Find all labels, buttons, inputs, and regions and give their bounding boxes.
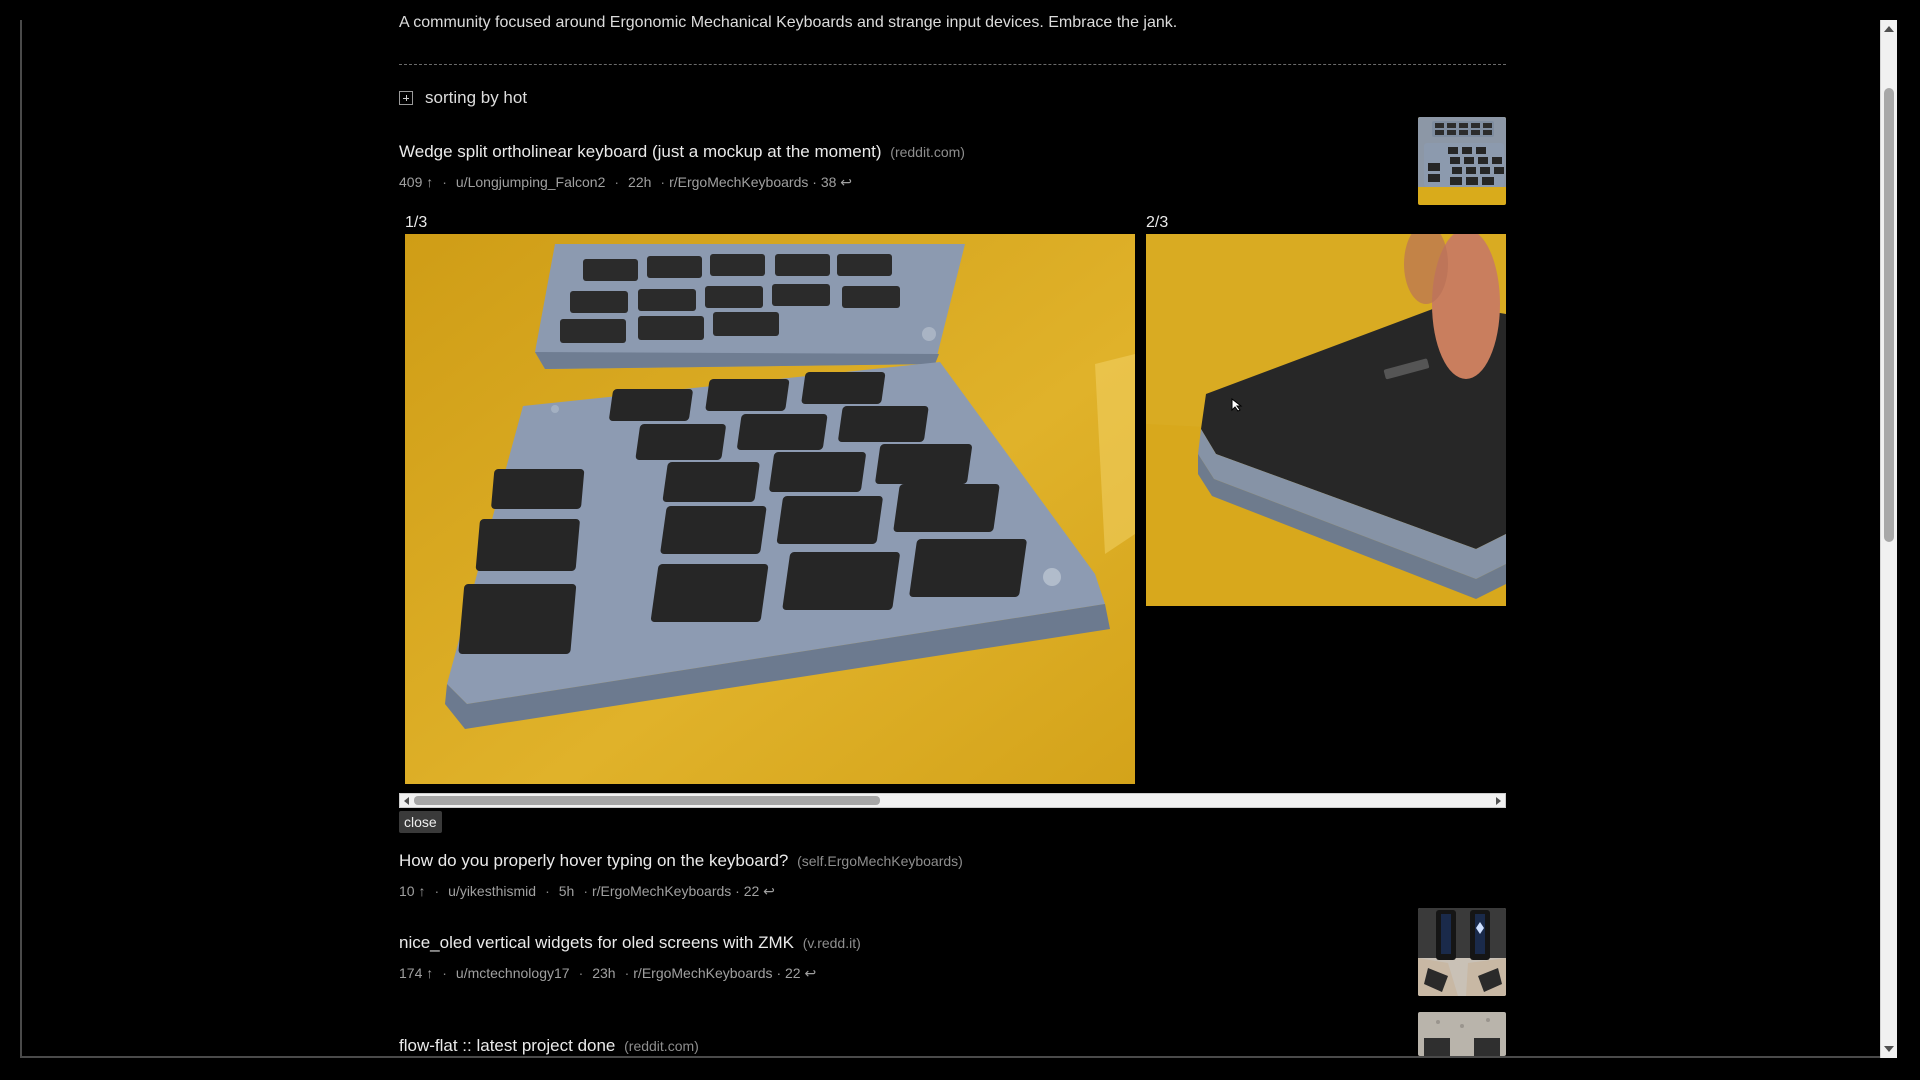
post-subreddit[interactable]: r/ErgoMechKeyboards	[669, 174, 808, 190]
post-author[interactable]: u/yikesthismid	[448, 883, 536, 899]
sorting-label: sorting by hot	[425, 88, 528, 107]
vertical-scrollbar[interactable]	[1880, 20, 1897, 1058]
post-meta: 10 ↑ · u/yikesthismid · 5h · r/ErgoMechKeyboar…	[399, 883, 775, 899]
post-comments[interactable]: · 22 ↩	[735, 883, 775, 899]
gallery-counter: 2/3	[1146, 214, 1169, 231]
subreddit-description: A community focused around Ergonomic Mec…	[399, 14, 1178, 31]
post-age: 23h	[592, 965, 616, 981]
expand-plus-icon[interactable]	[399, 91, 413, 105]
post-domain[interactable]: (v.redd.it)	[803, 935, 861, 951]
divider	[399, 64, 1506, 65]
scroll-down-icon[interactable]	[1884, 1046, 1894, 1052]
scroll-up-icon[interactable]	[1884, 26, 1894, 32]
gallery-image[interactable]	[1146, 234, 1506, 606]
scroll-right-icon[interactable]	[1496, 797, 1501, 805]
post-title[interactable]: flow-flat :: latest project done (reddit…	[399, 1036, 699, 1056]
post-age: 22h	[628, 174, 652, 190]
scrollbar-thumb[interactable]	[414, 796, 880, 805]
post-title-text[interactable]: flow-flat :: latest project done	[399, 1036, 615, 1055]
post-author[interactable]: u/Longjumping_Falcon2	[456, 174, 605, 190]
gallery-horizontal-scrollbar[interactable]	[399, 793, 1506, 808]
scrollbar-thumb[interactable]	[1884, 88, 1894, 542]
keyboard-photo-icon	[1146, 234, 1506, 606]
post-score: 10 ↑	[399, 883, 426, 899]
post-title[interactable]: Wedge split ortholinear keyboard (just a…	[399, 142, 965, 162]
flow-flat-thumbnail-icon	[1418, 1012, 1506, 1056]
post-meta: 409 ↑ · u/Longjumping_Falcon2 · 22h · r/ErgoMe…	[399, 174, 853, 190]
post-title-text[interactable]: Wedge split ortholinear keyboard (just a…	[399, 142, 882, 161]
post-domain[interactable]: (self.ErgoMechKeyboards)	[797, 853, 963, 869]
post-title[interactable]: How do you properly hover typing on the …	[399, 851, 963, 871]
post-thumbnail[interactable]	[1418, 1012, 1506, 1056]
gallery-image[interactable]	[405, 234, 1135, 784]
post-author[interactable]: u/mctechnology17	[456, 965, 570, 981]
post-title-text[interactable]: nice_oled vertical widgets for oled scre…	[399, 933, 794, 952]
post-thumbnail[interactable]	[1418, 908, 1506, 996]
post-domain[interactable]: (reddit.com)	[624, 1038, 699, 1054]
oled-thumbnail-icon	[1418, 908, 1506, 996]
post-age: 5h	[558, 883, 575, 899]
post-comments[interactable]: · 38 ↩	[812, 174, 852, 190]
keyboard-thumbnail-icon	[1418, 117, 1506, 205]
post-score: 174 ↑	[399, 965, 434, 981]
post-meta: 174 ↑ · u/mctechnology17 · 23h · r/ErgoMechKey…	[399, 965, 817, 981]
mouse-cursor-icon	[1231, 398, 1243, 412]
post-subreddit[interactable]: r/ErgoMechKeyboards	[633, 965, 772, 981]
keyboard-photo-icon	[405, 234, 1135, 784]
scroll-left-icon[interactable]	[404, 797, 409, 805]
post-title-text[interactable]: How do you properly hover typing on the …	[399, 851, 788, 870]
post-title[interactable]: nice_oled vertical widgets for oled scre…	[399, 933, 861, 953]
post-score: 409 ↑	[399, 174, 434, 190]
post-domain[interactable]: (reddit.com)	[890, 144, 965, 160]
post-comments[interactable]: · 22 ↩	[776, 965, 816, 981]
gallery-close-button[interactable]: close	[399, 811, 442, 833]
post-thumbnail[interactable]	[1418, 117, 1506, 205]
post-subreddit[interactable]: r/ErgoMechKeyboards	[592, 883, 731, 899]
gallery-counter: 1/3	[405, 214, 428, 231]
sorting-toggle[interactable]: sorting by hot	[399, 88, 527, 108]
